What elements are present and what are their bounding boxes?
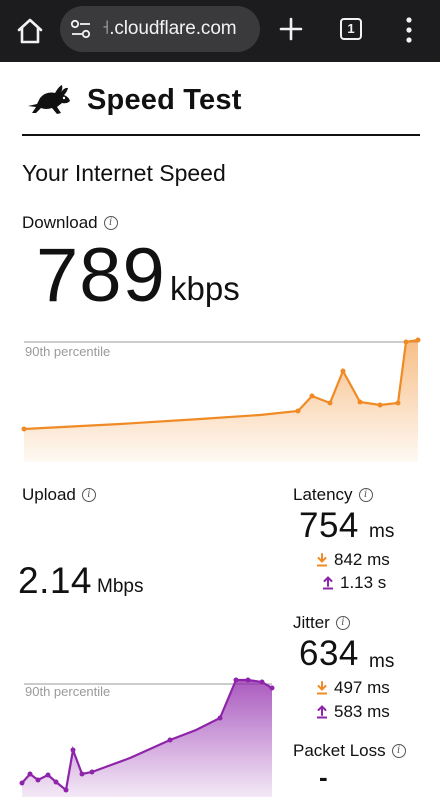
latency-upload-row: 1.13 s — [322, 573, 386, 593]
latency-value: 754 — [299, 506, 359, 545]
latency-label: Latency — [293, 485, 353, 504]
info-icon[interactable]: i — [103, 216, 118, 230]
menu-kebab-icon[interactable] — [404, 16, 414, 44]
jitter-download-row: 497 ms — [316, 678, 390, 698]
jitter-upload-value: 583 ms — [334, 702, 390, 721]
packet-loss-label: Packet Loss — [293, 741, 386, 760]
rabbit-logo-icon — [28, 85, 70, 114]
site-title: Speed Test — [87, 84, 242, 116]
new-tab-plus-icon[interactable] — [278, 14, 304, 44]
download-speed-unit: kbps — [170, 270, 240, 307]
jitter-unit: ms — [369, 651, 395, 672]
download-speed-value: 789 — [36, 233, 166, 318]
url-domain: .cloudflare.com — [109, 18, 237, 39]
upload-arrow-icon — [317, 705, 327, 719]
upload-arrow-icon — [323, 576, 333, 590]
percentile-label: 90th percentile — [25, 344, 110, 359]
info-icon[interactable]: i — [81, 488, 96, 502]
upload-label-row: Upload i — [22, 485, 96, 505]
download-arrow-icon — [317, 553, 327, 567]
packet-loss-value: - — [319, 762, 328, 792]
browser-toolbar: ˧.cloudflare.com 1 — [0, 0, 440, 62]
jitter-value: 634 — [299, 634, 359, 673]
latency-upload-value: 1.13 s — [340, 573, 387, 592]
section-title: Your Internet Speed — [22, 160, 226, 186]
address-bar[interactable]: ˧.cloudflare.com — [60, 6, 260, 52]
download-chart: 90th percentile — [21, 337, 421, 462]
jitter-label: Jitter — [293, 613, 330, 632]
info-icon[interactable]: i — [391, 744, 406, 758]
upload-label: Upload — [22, 485, 76, 504]
latency-label-row: Latency i — [293, 485, 373, 505]
jitter-download-value: 497 ms — [334, 678, 390, 697]
latency-download-value: 842 ms — [334, 550, 390, 569]
upload-chart: 90th percentile — [19, 677, 275, 797]
upload-speed-value: 2.14 — [18, 560, 93, 601]
download-arrow-icon — [317, 681, 327, 695]
jitter-upload-row: 583 ms — [316, 702, 390, 722]
upload-speed-unit: Mbps — [97, 576, 144, 597]
jitter-label-row: Jitter i — [293, 613, 350, 633]
latency-download-row: 842 ms — [316, 550, 390, 570]
url-text[interactable]: ˧.cloudflare.com — [102, 18, 237, 40]
packet-loss-label-row: Packet Loss i — [293, 741, 406, 761]
site-settings-icon[interactable] — [70, 19, 92, 39]
latency-unit: ms — [369, 521, 395, 542]
percentile-label: 90th percentile — [25, 684, 110, 699]
download-label-row: Download i — [22, 213, 118, 233]
info-icon[interactable]: i — [335, 616, 350, 630]
home-icon[interactable] — [14, 15, 46, 47]
header-divider — [22, 134, 420, 136]
download-label: Download — [22, 213, 98, 232]
info-icon[interactable]: i — [358, 488, 373, 502]
tab-switcher-icon[interactable]: 1 — [340, 18, 362, 40]
